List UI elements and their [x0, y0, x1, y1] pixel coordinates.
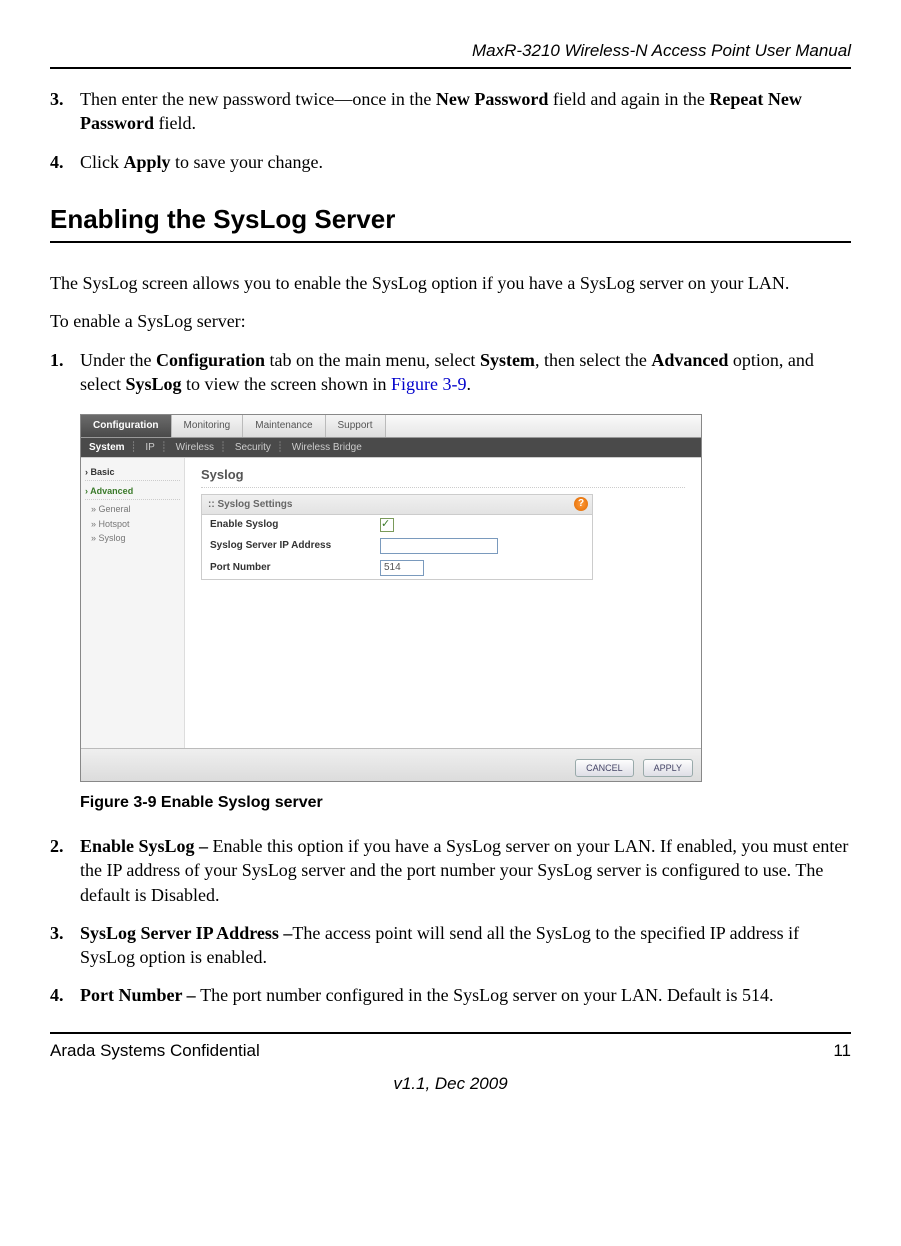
item-body: Port Number – The port number configured… — [80, 983, 851, 1007]
sidebar-item-syslog[interactable]: » Syslog — [85, 531, 180, 545]
list-item-3b: 3. SysLog Server IP Address –The access … — [50, 921, 851, 970]
item-body: Under the Configuration tab on the main … — [80, 348, 851, 397]
text: to view the screen shown in — [182, 374, 391, 394]
text: to save your change. — [171, 152, 323, 172]
sidebar-item-label: Syslog — [99, 533, 126, 543]
item-number: 1. — [50, 348, 80, 397]
sidebar-item-label: Hotspot — [99, 519, 130, 529]
list-item-4b: 4. Port Number – The port number configu… — [50, 983, 851, 1007]
figure-screenshot: Configuration Monitoring Maintenance Sup… — [80, 414, 851, 782]
item-body: Then enter the new password twice—once i… — [80, 87, 851, 136]
paragraph: To enable a SysLog server: — [50, 309, 851, 333]
syslog-ip-input[interactable] — [380, 538, 498, 554]
header-rule — [50, 67, 851, 69]
settings-box: :: Syslog Settings ? Enable Syslog Syslo… — [201, 494, 593, 581]
tab-bar: Configuration Monitoring Maintenance Sup… — [81, 415, 701, 438]
figure-link[interactable]: Figure 3-9 — [391, 374, 467, 394]
bold-text: New Password — [436, 89, 549, 109]
sidebar-item-label: General — [99, 504, 131, 514]
screenshot-ui: Configuration Monitoring Maintenance Sup… — [80, 414, 702, 782]
list-item-3: 3. Then enter the new password twice—onc… — [50, 87, 851, 136]
item-body: SysLog Server IP Address –The access poi… — [80, 921, 851, 970]
text: Then enter the new password twice—once i… — [80, 89, 436, 109]
help-icon[interactable]: ? — [574, 497, 588, 511]
separator: ┊ — [161, 442, 167, 453]
section-heading: Enabling the SysLog Server — [50, 202, 851, 237]
settings-title-text: Syslog Settings — [217, 499, 292, 510]
list-item-1: 1. Under the Configuration tab on the ma… — [50, 348, 851, 397]
bold-text: Advanced — [651, 350, 728, 370]
text: , then select the — [535, 350, 651, 370]
bold-text: Port Number – — [80, 985, 200, 1005]
footer-left: Arada Systems Confidential — [50, 1040, 260, 1063]
figure-caption: Figure 3-9 Enable Syslog server — [80, 792, 851, 814]
sidebar-item-hotspot[interactable]: » Hotspot — [85, 517, 180, 531]
item-body: Enable SysLog – Enable this option if yo… — [80, 834, 851, 907]
field-label: Enable Syslog — [210, 518, 380, 532]
sidebar-advanced-label: Advanced — [90, 486, 133, 496]
content-title: Syslog — [201, 466, 685, 488]
subnav-wireless[interactable]: Wireless — [176, 442, 214, 453]
item-number: 4. — [50, 983, 80, 1007]
text: field and again in the — [548, 89, 709, 109]
field-label: Syslog Server IP Address — [210, 539, 380, 553]
screenshot-footer: CANCEL APPLY — [81, 748, 701, 781]
item-number: 3. — [50, 87, 80, 136]
tab-maintenance[interactable]: Maintenance — [243, 415, 325, 437]
text: field. — [154, 113, 196, 133]
tab-configuration[interactable]: Configuration — [81, 415, 172, 437]
subnav-security[interactable]: Security — [235, 442, 271, 453]
bold-text: System — [480, 350, 535, 370]
list-item-2b: 2. Enable SysLog – Enable this option if… — [50, 834, 851, 907]
text: Click — [80, 152, 124, 172]
footer-version: v1.1, Dec 2009 — [50, 1073, 851, 1096]
field-enable-syslog: Enable Syslog — [202, 515, 592, 535]
sidebar-basic-label: Basic — [91, 467, 115, 477]
footer-rule — [50, 1032, 851, 1034]
section-rule — [50, 241, 851, 243]
text: Under the — [80, 350, 156, 370]
bold-text: SysLog — [125, 374, 181, 394]
separator: ┊ — [131, 442, 137, 453]
subnav-ip[interactable]: IP — [145, 442, 154, 453]
text: The port number configured in the SysLog… — [200, 985, 773, 1005]
separator: ┊ — [277, 442, 283, 453]
tab-monitoring[interactable]: Monitoring — [172, 415, 244, 437]
item-number: 4. — [50, 150, 80, 174]
sub-nav: System ┊ IP ┊ Wireless ┊ Security ┊ Wireless… — [81, 438, 701, 458]
settings-title: :: Syslog Settings ? — [202, 495, 592, 516]
page-number: 11 — [833, 1040, 851, 1063]
field-syslog-ip: Syslog Server IP Address — [202, 535, 592, 557]
bold-text: Apply — [124, 152, 171, 172]
header-title: MaxR-3210 Wireless-N Access Point User M… — [50, 40, 851, 63]
apply-button[interactable]: APPLY — [643, 759, 693, 777]
item-number: 2. — [50, 834, 80, 907]
paragraph: The SysLog screen allows you to enable t… — [50, 271, 851, 295]
enable-syslog-checkbox[interactable] — [380, 518, 394, 532]
field-port-number: Port Number 514 — [202, 557, 592, 579]
cancel-button[interactable]: CANCEL — [575, 759, 634, 777]
list-item-4: 4. Click Apply to save your change. — [50, 150, 851, 174]
subnav-wireless-bridge[interactable]: Wireless Bridge — [292, 442, 362, 453]
footer: Arada Systems Confidential 11 — [50, 1040, 851, 1063]
item-body: Click Apply to save your change. — [80, 150, 851, 174]
text: . — [466, 374, 471, 394]
sidebar-basic[interactable]: › Basic — [85, 464, 180, 481]
field-label: Port Number — [210, 561, 380, 575]
tab-support[interactable]: Support — [326, 415, 386, 437]
port-number-input[interactable]: 514 — [380, 560, 424, 576]
separator: ┊ — [220, 442, 226, 453]
text: tab on the main menu, select — [265, 350, 480, 370]
sidebar-advanced[interactable]: › Advanced — [85, 483, 180, 500]
bold-text: Configuration — [156, 350, 265, 370]
subnav-system[interactable]: System — [89, 442, 125, 453]
item-number: 3. — [50, 921, 80, 970]
sidebar: › Basic › Advanced » General » Hotspot »… — [81, 458, 185, 748]
bold-text: Enable SysLog – — [80, 836, 213, 856]
sidebar-item-general[interactable]: » General — [85, 502, 180, 516]
panel: › Basic › Advanced » General » Hotspot »… — [81, 457, 701, 748]
bold-text: SysLog Server IP Address – — [80, 923, 292, 943]
content-area: Syslog :: Syslog Settings ? Enable Syslo… — [185, 458, 701, 748]
